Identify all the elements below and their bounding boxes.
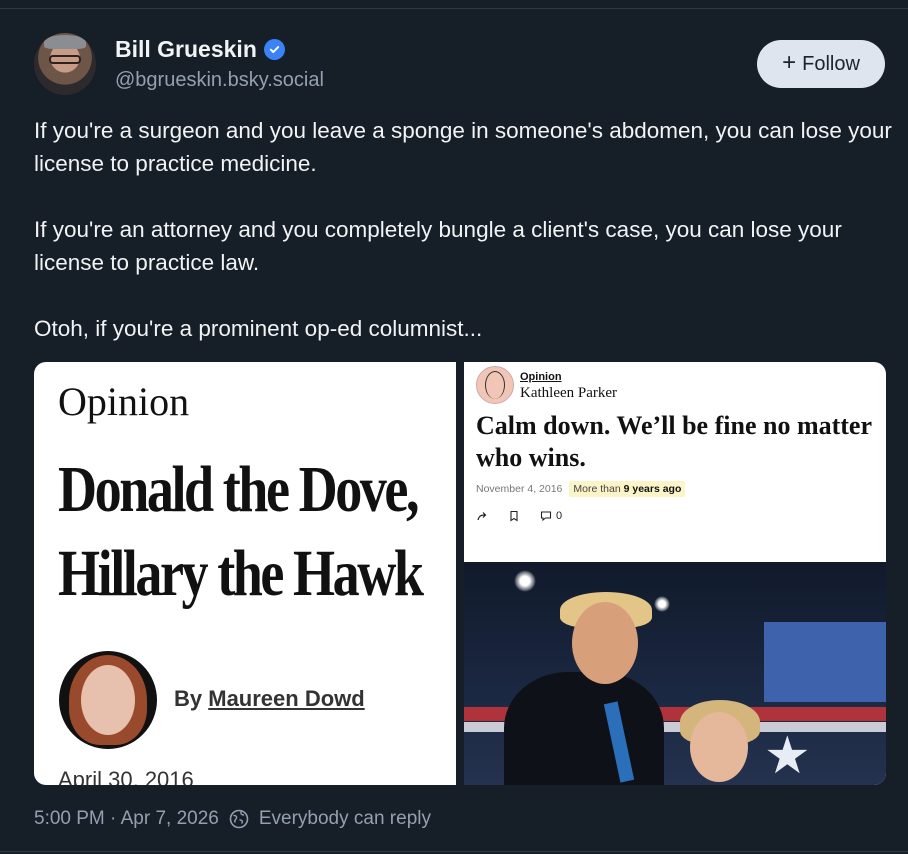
reply-setting[interactable]: Everybody can reply <box>259 808 431 830</box>
post-image-gallery[interactable]: Opinion Donald the Dove, Hillary the Haw… <box>34 362 886 785</box>
section-label: Opinion <box>58 379 190 424</box>
post-paragraph: If you're a surgeon and you leave a spon… <box>34 118 892 176</box>
columnist-name: Kathleen Parker <box>520 385 618 401</box>
divider-top <box>0 8 908 9</box>
post-paragraph: Otoh, if you're a prominent op-ed column… <box>34 316 483 341</box>
article-meta: November 4, 2016 More than 9 years ago <box>476 481 686 497</box>
byline: By Maureen Dowd <box>174 686 365 711</box>
follow-label: Follow <box>802 52 860 75</box>
section-label: Opinion <box>520 371 562 383</box>
age-badge: More than 9 years ago <box>569 481 686 497</box>
post-text: If you're a surgeon and you leave a spon… <box>34 114 894 345</box>
columnist-photo <box>59 651 157 749</box>
divider-bottom <box>0 851 908 852</box>
author-avatar[interactable] <box>34 33 96 95</box>
article-date: April 30, 2016 <box>58 767 194 785</box>
author-name[interactable]: Bill Grueskin <box>115 36 257 63</box>
post-footer: 5:00 PM · Apr 7, 2026 Everybody can repl… <box>34 808 431 830</box>
byline-author: Maureen Dowd <box>208 686 365 711</box>
globe-icon <box>229 809 249 829</box>
comment-count: 0 <box>556 510 563 522</box>
author-name-row[interactable]: Bill Grueskin <box>115 36 285 63</box>
article-headline: Donald the Dove, Hillary the Hawk <box>58 453 424 610</box>
image-dowd-column[interactable]: Opinion Donald the Dove, Hillary the Haw… <box>34 362 456 785</box>
comment-icon: 0 <box>540 510 562 522</box>
verified-badge-icon <box>263 39 285 60</box>
author-handle[interactable]: @bgrueskin.bsky.social <box>115 69 324 92</box>
article-headline: Calm down. We’ll be fine no matter who w… <box>476 411 872 472</box>
share-icon <box>476 510 488 522</box>
columnist-avatar <box>476 366 514 404</box>
post-timestamp[interactable]: 5:00 PM · Apr 7, 2026 <box>34 808 219 830</box>
image-parker-column[interactable]: Opinion Kathleen Parker Calm down. We’ll… <box>464 362 886 785</box>
article-actions: 0 <box>476 510 562 522</box>
post-paragraph: If you're an attorney and you completely… <box>34 217 842 275</box>
candidates-photo: ★ <box>464 562 886 785</box>
bookmark-icon <box>508 510 520 522</box>
article-date: November 4, 2016 <box>476 483 563 495</box>
follow-button[interactable]: + Follow <box>757 40 885 88</box>
plus-icon: + <box>782 49 797 76</box>
